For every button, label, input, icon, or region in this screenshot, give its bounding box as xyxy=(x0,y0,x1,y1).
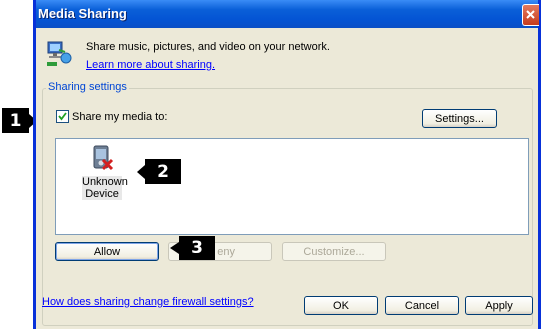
callout-2-number: 2 xyxy=(157,161,169,182)
learn-more-link[interactable]: Learn more about sharing. xyxy=(86,59,215,71)
device-list[interactable]: Unknown Device xyxy=(55,138,529,235)
device-item[interactable]: Unknown Device xyxy=(82,143,128,200)
dialog-body: Share music, pictures, and video on your… xyxy=(36,28,538,329)
share-media-checkbox-row[interactable]: Share my media to: xyxy=(56,110,167,123)
cancel-button[interactable]: Cancel xyxy=(385,296,459,315)
callout-3-number: 3 xyxy=(191,238,203,258)
device-label-line2: Device xyxy=(85,188,119,200)
firewall-settings-link[interactable]: How does sharing change firewall setting… xyxy=(42,296,254,308)
unknown-device-icon xyxy=(93,145,114,171)
sharing-settings-label: Sharing settings xyxy=(46,81,129,93)
title-bar[interactable]: Media Sharing xyxy=(36,0,539,28)
settings-button[interactable]: Settings... xyxy=(422,109,497,128)
close-icon xyxy=(526,10,535,19)
callout-3: 3 xyxy=(179,236,215,260)
callout-3-arrow xyxy=(170,242,179,254)
customize-button[interactable]: Customize... xyxy=(282,242,386,261)
checkmark-icon xyxy=(58,112,67,121)
close-button[interactable] xyxy=(522,4,539,26)
ok-button[interactable]: OK xyxy=(304,296,378,315)
apply-button[interactable]: Apply xyxy=(465,296,533,315)
network-sharing-icon xyxy=(47,41,72,66)
deny-button-label: eny xyxy=(217,245,235,258)
media-sharing-window: Media Sharing Share music, pictures, and… xyxy=(33,0,541,329)
callout-2-arrow xyxy=(137,165,145,179)
intro-text: Share music, pictures, and video on your… xyxy=(86,41,330,53)
device-label: Unknown Device xyxy=(82,176,128,200)
callout-1: 1 xyxy=(2,108,29,133)
callout-2: 2 xyxy=(145,159,181,184)
share-media-label: Share my media to: xyxy=(72,110,168,123)
allow-button[interactable]: Allow xyxy=(55,242,159,261)
device-label-line1: Unknown xyxy=(82,176,128,188)
callout-1-number: 1 xyxy=(9,110,22,131)
window-title: Media Sharing xyxy=(38,6,127,21)
share-media-checkbox[interactable] xyxy=(56,110,69,123)
